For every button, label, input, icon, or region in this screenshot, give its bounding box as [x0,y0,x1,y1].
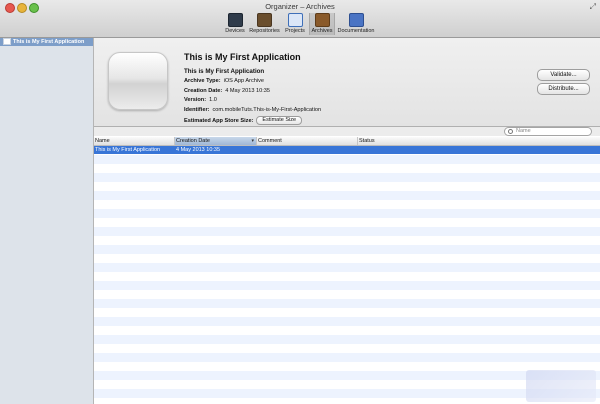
archive-type-value: iOS App Archive [223,77,264,84]
sort-descending-icon: ▾ [251,138,254,144]
sidebar: This is My First Application [0,38,94,404]
version-label: Version: [184,97,207,104]
table-header: Name Creation Date ▾ Comment Status [94,137,600,146]
row-name-cell: This is My First Application [95,147,161,153]
column-header-comment[interactable]: Comment [257,137,358,145]
archive-type-row: Archive Type: iOS App Archive [184,77,321,87]
toolbar-documentation-label: Documentation [337,28,375,34]
validate-button[interactable]: Validate... [537,69,590,81]
device-icon [227,13,243,27]
column-header-name[interactable]: Name [94,137,175,145]
watermark-logo [526,370,596,402]
creation-date-row: Creation Date: 4 May 2013 10:35 [184,87,321,97]
column-header-name-label: Name [95,138,110,144]
identifier-label: Identifier: [184,107,210,114]
toolbar-devices[interactable]: Devices [224,13,246,35]
distribute-button[interactable]: Distribute... [537,83,590,95]
toolbar-projects-label: Projects [285,28,305,34]
toolbar-documentation[interactable]: Documentation [335,13,377,35]
repositories-icon [257,13,272,27]
archives-icon [314,13,330,27]
archive-type-label: Archive Type: [184,77,221,84]
table-row[interactable]: This is My First Application 4 May 2013 … [94,146,600,154]
column-header-creation-date-label: Creation Date [176,138,210,144]
creation-date-value: 4 May 2013 10:35 [225,87,271,94]
estimate-size-button[interactable]: Estimate Size [256,115,303,125]
sidebar-item-app[interactable]: This is My First Application [0,38,93,46]
identifier-value: com.mobileTuts.This-is-My-First-Applicat… [212,107,322,114]
archive-detail-panel: This is My First Application This is My … [94,38,600,127]
est-size-row: Estimated App Store Size: Estimate Size [184,115,321,127]
organizer-window: Organizer – Archives ⤢ Devices Repositor… [0,0,600,404]
window-title: Organizer – Archives [265,2,335,11]
app-icon [108,52,168,110]
archive-name: This is My First Application [184,68,265,75]
toolbar-devices-label: Devices [225,28,245,34]
toolbar-repositories-label: Repositories [249,28,280,34]
table-body: This is My First Application 4 May 2013 … [94,146,600,404]
row-creation-date-cell: 4 May 2013 10:35 [176,147,221,153]
column-header-creation-date[interactable]: Creation Date ▾ [175,137,257,145]
projects-icon [287,13,303,27]
est-size-label: Estimated App Store Size: [184,117,254,124]
version-row: Version: 1.0 [184,96,321,106]
creation-date-label: Creation Date: [184,87,223,94]
sidebar-item-label: This is My First Application [13,39,85,45]
toolbar-repositories[interactable]: Repositories [248,13,281,35]
documentation-icon [348,13,364,27]
column-header-status[interactable]: Status [358,137,600,145]
column-header-comment-label: Comment [258,138,282,144]
toolbar-projects[interactable]: Projects [283,13,307,35]
search-field[interactable]: Name [504,127,592,136]
toolbar-archives[interactable]: Archives [309,13,335,35]
archive-icon [3,38,11,46]
archives-table: Name Creation Date ▾ Comment Status This … [94,137,600,404]
search-icon [508,129,513,134]
archive-info: This is My First Application Archive Typ… [184,67,321,127]
toolbar-archives-label: Archives [311,28,333,34]
archive-title: This is My First Application [184,52,301,62]
fullscreen-icon[interactable]: ⤢ [590,2,596,12]
search-bar: Name [94,127,600,136]
search-placeholder: Name [516,128,531,134]
version-value: 1.0 [209,97,217,104]
identifier-row: Identifier: com.mobileTuts.This-is-My-Fir… [184,106,321,116]
title-bar: Organizer – Archives ⤢ Devices Repositor… [0,0,600,38]
column-header-status-label: Status [359,138,375,144]
